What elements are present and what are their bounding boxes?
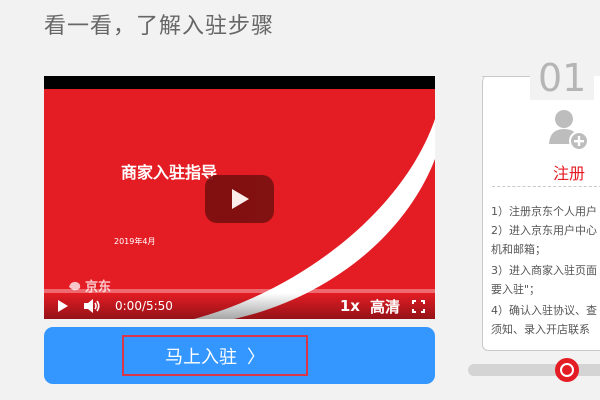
- step-line: 要入驻"；: [491, 283, 541, 296]
- join-now-button[interactable]: 马上入驻 〉: [122, 335, 308, 376]
- video-screen[interactable]: 商家入驻指导 2019年4月 京东 0:00/5:50 1x 高清: [44, 89, 435, 319]
- join-now-bar[interactable]: 马上入驻 〉: [44, 327, 435, 384]
- user-add-icon: [548, 108, 590, 156]
- step-line: 3）进入商家入驻页面: [491, 264, 597, 277]
- step-line: 1）注册京东个人用户: [491, 205, 597, 218]
- step-card-top-border: [482, 76, 530, 77]
- video-player[interactable]: 商家入驻指导 2019年4月 京东 0:00/5:50 1x 高清: [44, 76, 435, 319]
- speed-control[interactable]: 1x: [340, 297, 360, 315]
- chevron-right-icon: 〉: [247, 346, 265, 368]
- big-play-button[interactable]: [205, 175, 274, 223]
- play-control[interactable]: [57, 299, 69, 313]
- step-line: 2）进入京东用户中心: [491, 224, 597, 237]
- step-timeline-marker[interactable]: [555, 358, 579, 382]
- step-divider: [492, 186, 600, 187]
- section-title: 看一看，了解入驻步骤: [44, 14, 275, 39]
- video-title-text: 商家入驻指导: [121, 163, 218, 182]
- video-date-text: 2019年4月: [114, 237, 156, 246]
- step-label: 注册: [553, 164, 586, 183]
- step-line: 机和邮箱；: [491, 243, 546, 256]
- step-number: 01: [538, 56, 587, 100]
- join-now-label: 马上入驻: [165, 346, 237, 368]
- video-time: 0:00/5:50: [115, 299, 173, 313]
- step-number-wrap: 01: [530, 56, 595, 100]
- step-timeline-track[interactable]: [468, 364, 600, 376]
- volume-control[interactable]: [83, 298, 101, 314]
- fullscreen-icon: [412, 299, 425, 313]
- step-line: 4）确认入驻协议、查: [491, 304, 597, 317]
- play-icon: [231, 189, 249, 209]
- step-line: 须知、录入开店联系: [491, 323, 590, 336]
- fullscreen-control[interactable]: [412, 299, 425, 313]
- volume-icon: [84, 299, 100, 313]
- marker-ring: [560, 363, 574, 377]
- video-controls: 0:00/5:50 1x 高清: [44, 293, 435, 319]
- quality-control[interactable]: 高清: [370, 296, 400, 317]
- play-icon: [58, 300, 68, 312]
